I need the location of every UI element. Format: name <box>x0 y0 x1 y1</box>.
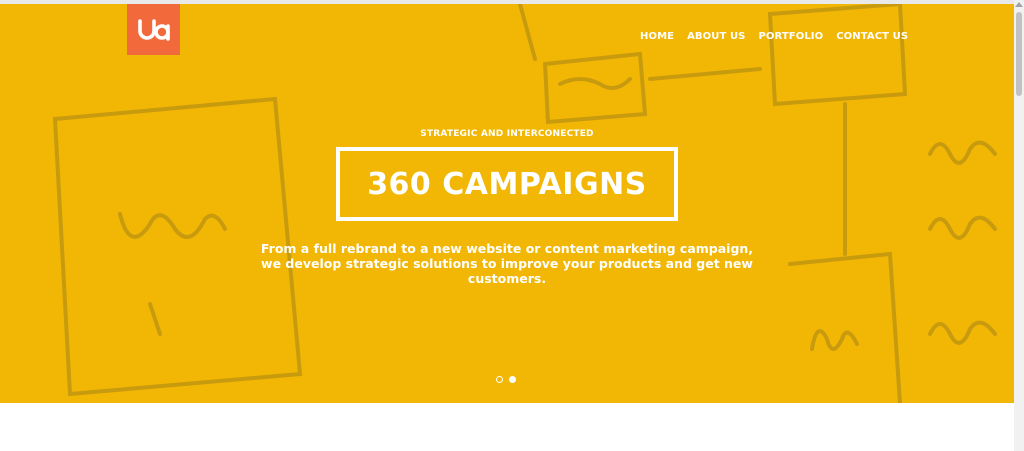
ua-logo-glyph-icon <box>137 18 170 41</box>
nav-contact-us[interactable]: CONTACT US <box>836 31 908 42</box>
slider-dot-2-active[interactable] <box>509 376 516 383</box>
page-scrollbar[interactable] <box>1014 0 1024 451</box>
nav-home[interactable]: HOME <box>640 31 674 42</box>
ua-logo-icon[interactable] <box>127 4 180 55</box>
arrow-up-icon[interactable] <box>1015 2 1023 7</box>
nav-about-us[interactable]: ABOUT US <box>687 31 745 42</box>
hero-slider: HOME ABOUT US PORTFOLIO CONTACT US STRAT… <box>0 4 1014 403</box>
main-nav: HOME ABOUT US PORTFOLIO CONTACT US <box>640 31 921 42</box>
hero-title-frame: 360 CAMPAIGNS <box>336 147 678 221</box>
hero-eyebrow: STRATEGIC AND INTERCONECTED <box>420 129 594 139</box>
hero-description: From a full rebrand to a new website or … <box>260 241 754 286</box>
slider-dot-1[interactable] <box>496 376 503 383</box>
scrollbar-thumb[interactable] <box>1016 12 1022 96</box>
hero-title: 360 CAMPAIGNS <box>367 166 647 202</box>
nav-portfolio[interactable]: PORTFOLIO <box>758 31 823 42</box>
slider-pagination <box>496 376 516 383</box>
